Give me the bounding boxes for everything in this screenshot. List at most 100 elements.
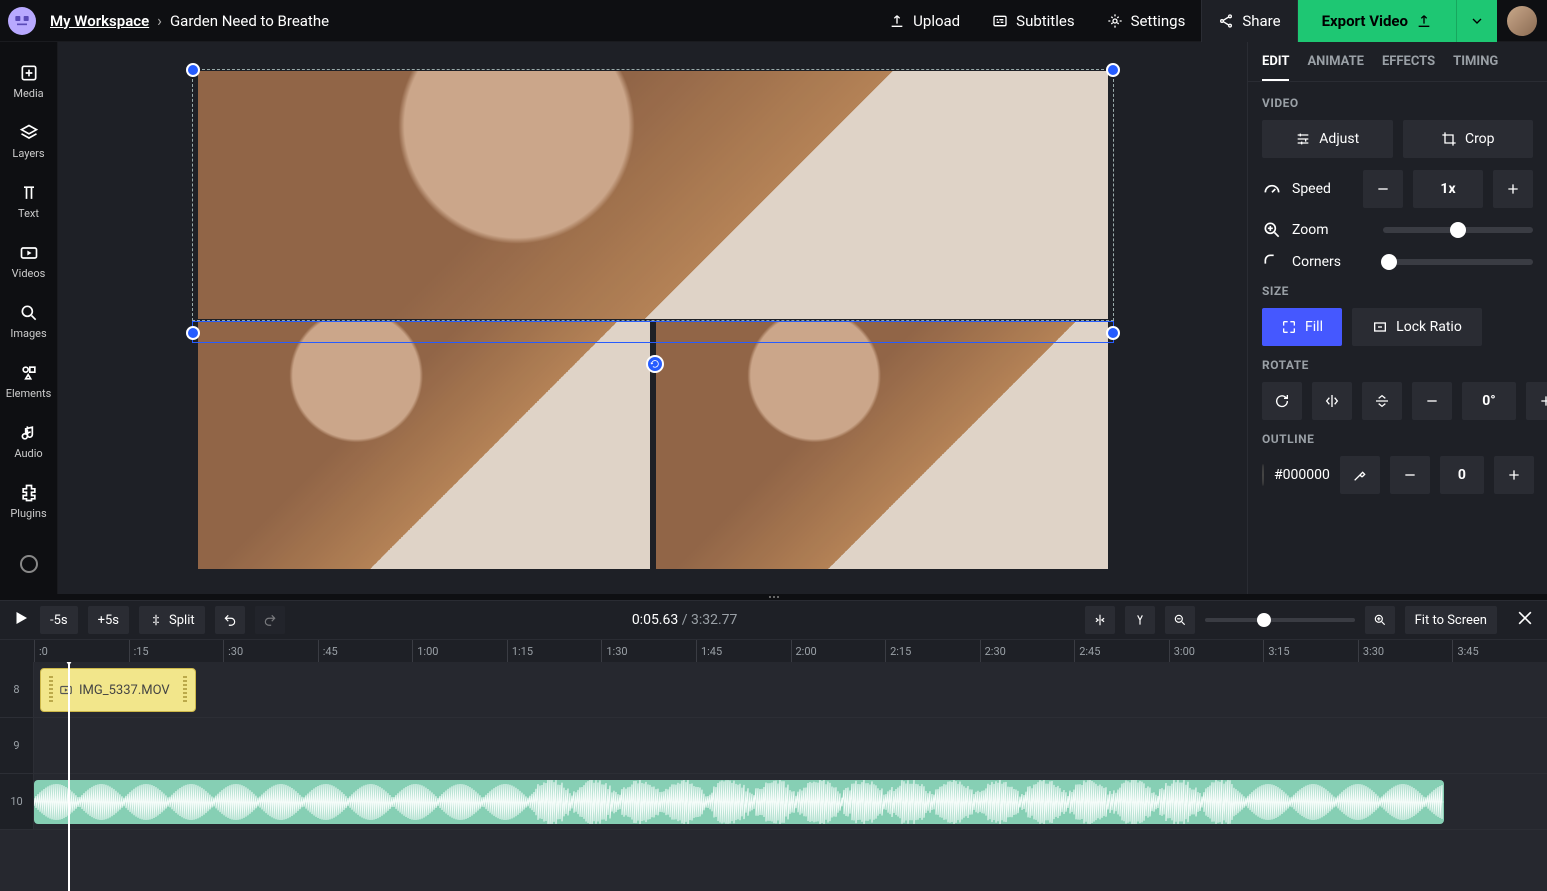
sidebar-item-elements[interactable]: Elements [0,352,58,410]
project-title[interactable]: Garden Need to Breathe [170,12,329,30]
redo-button[interactable] [255,606,285,634]
user-avatar[interactable] [1507,6,1537,36]
zoom-out-button[interactable] [1165,606,1195,634]
snap-button[interactable] [1085,606,1115,634]
zoom-label: Zoom [1262,220,1373,240]
undo-button[interactable] [215,606,245,634]
export-caret-button[interactable] [1456,0,1497,42]
fill-button[interactable]: Fill [1262,308,1342,346]
sidebar-item-plugins[interactable]: Plugins [0,472,58,530]
rotate-plus-button[interactable] [1526,382,1547,420]
zoom-in-button[interactable] [1365,606,1395,634]
outline-minus-button[interactable] [1390,456,1430,494]
timeline-zoom-slider[interactable] [1205,618,1355,622]
elements-icon [19,363,39,383]
tab-animate[interactable]: ANIMATE [1307,54,1364,81]
flip-v-button[interactable] [1362,382,1402,420]
timeline-tracks[interactable]: 8 IMG_5337.MOV 9 10 [0,662,1547,891]
rotate-handle[interactable] [646,355,664,373]
sidebar-item-layers[interactable]: Layers [0,112,58,170]
play-button[interactable] [12,609,30,631]
speed-minus-button[interactable] [1363,170,1403,208]
fit-to-screen-button[interactable]: Fit to Screen [1405,606,1497,634]
outline-value[interactable]: 0 [1440,456,1484,494]
timeline-video-clip[interactable]: IMG_5337.MOV [40,668,196,712]
media-icon [19,63,39,83]
clip-grip-right[interactable] [183,676,187,704]
resize-handle-tr[interactable] [1106,63,1120,77]
sidebar-item-text[interactable]: Text [0,172,58,230]
sidebar-item-audio[interactable]: Audio [0,412,58,470]
timeline-ruler[interactable]: :0 :15 :30 :45 1:00 1:15 1:30 1:45 2:00 … [0,640,1547,662]
sidebar-item-record[interactable] [0,532,58,590]
clip-bottom-right[interactable] [656,321,1108,569]
section-video-label: VIDEO [1262,96,1533,110]
sidebar-label: Plugins [10,507,46,520]
magnet-button[interactable] [1125,606,1155,634]
track-row-8[interactable]: 8 IMG_5337.MOV [0,662,1547,718]
adjust-icon [1295,131,1311,147]
eyedropper-button[interactable] [1340,456,1380,494]
sidebar-item-videos[interactable]: Videos [0,232,58,290]
upload-label: Upload [913,12,960,30]
sidebar-item-images[interactable]: Images [0,292,58,350]
resize-handle-ml[interactable] [186,326,200,340]
upload-icon [889,13,905,29]
track-row-9[interactable]: 9 [0,718,1547,774]
flip-v-icon [1374,393,1390,409]
crop-icon [1441,131,1457,147]
ruler-tick: 1:30 [601,640,696,662]
plus-5s-button[interactable]: +5s [88,606,129,634]
plus-icon [1505,181,1521,197]
speed-label: Speed [1262,179,1353,199]
stage[interactable] [198,63,1108,573]
playhead[interactable] [68,662,70,891]
lock-ratio-button[interactable]: Lock Ratio [1352,308,1482,346]
resize-handle-tl[interactable] [186,63,200,77]
rotate-cw-button[interactable] [1262,382,1302,420]
clip-bottom-left[interactable] [198,321,650,569]
minus-5s-button[interactable]: -5s [40,606,78,634]
clip-grip-left[interactable] [49,676,53,704]
tab-effects[interactable]: EFFECTS [1382,54,1435,81]
subtitles-button[interactable]: Subtitles [976,0,1090,42]
settings-button[interactable]: Settings [1091,0,1202,42]
track-head[interactable]: 9 [0,718,34,773]
corners-slider[interactable] [1383,259,1533,265]
sidebar-item-media[interactable]: Media [0,52,58,110]
minus-icon [1424,393,1440,409]
close-icon [1515,608,1535,628]
app-logo[interactable] [8,7,36,35]
track-head[interactable]: 8 [0,662,34,717]
timeline-controls: -5s +5s Split 0:05.63 / 3:32.77 Fit to S… [0,600,1547,640]
rotate-minus-button[interactable] [1412,382,1452,420]
tab-edit[interactable]: EDIT [1262,54,1289,81]
canvas-area[interactable] [58,42,1247,594]
adjust-button[interactable]: Adjust [1262,120,1393,158]
tab-timing[interactable]: TIMING [1453,54,1498,81]
speed-icon [1262,179,1282,199]
resize-handle-mr[interactable] [1106,326,1120,340]
sidebar-label: Media [13,87,43,100]
rotate-value[interactable]: 0° [1462,382,1516,420]
outline-plus-button[interactable] [1494,456,1534,494]
split-button[interactable]: Split [139,606,205,634]
speed-value[interactable]: 1x [1413,170,1483,208]
search-icon [19,303,39,323]
track-head[interactable]: 10 [0,774,34,829]
outline-color-chip[interactable] [1262,464,1264,486]
ruler-tick: :15 [129,640,224,662]
zoom-slider[interactable] [1383,227,1533,233]
workspace-link[interactable]: My Workspace [50,12,149,30]
track-row-10[interactable]: 10 [0,774,1547,830]
flip-h-button[interactable] [1312,382,1352,420]
share-button[interactable]: Share [1201,0,1297,42]
timeline-audio-clip[interactable] [34,780,1444,824]
record-icon [20,555,38,573]
speed-plus-button[interactable] [1493,170,1533,208]
upload-button[interactable]: Upload [873,0,976,42]
crop-button[interactable]: Crop [1403,120,1534,158]
close-panel-button[interactable] [1515,608,1535,632]
chevron-down-icon [1469,13,1485,29]
export-button[interactable]: Export Video [1298,0,1456,42]
